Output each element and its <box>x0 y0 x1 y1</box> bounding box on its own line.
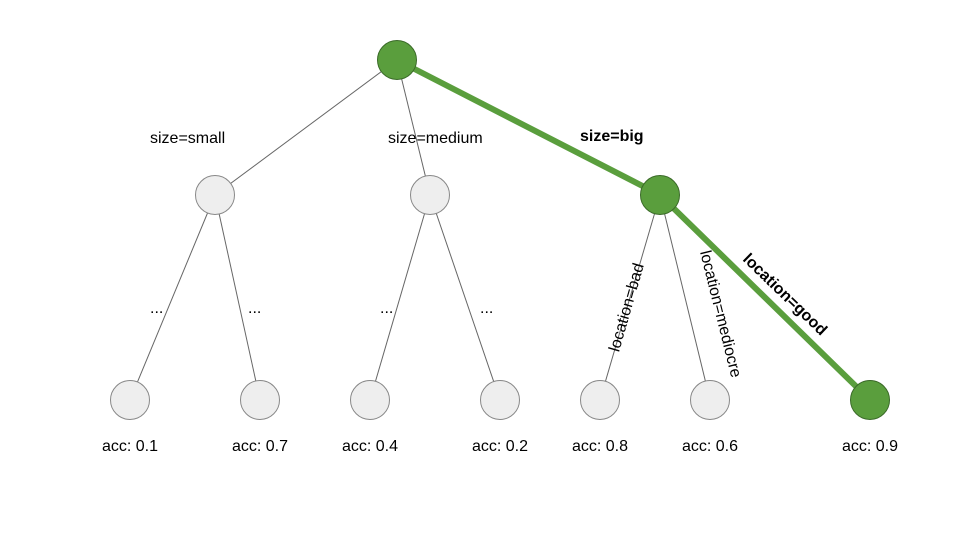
node-size-small <box>195 175 235 215</box>
acc-leaf-1: acc: 0.1 <box>102 438 158 456</box>
leaf-4 <box>480 380 520 420</box>
leaf-7-location-good <box>850 380 890 420</box>
decision-tree-diagram: location=bad location=mediocre location=… <box>0 0 960 540</box>
acc-leaf-5: acc: 0.8 <box>572 438 628 456</box>
edge-small-leaf2 <box>215 195 260 400</box>
leaf-5-location-bad <box>580 380 620 420</box>
edge-medium-leaf2 <box>430 195 500 400</box>
edge-big-good-highlight <box>660 195 870 400</box>
root-node <box>377 40 417 80</box>
acc-leaf-4: acc: 0.2 <box>472 438 528 456</box>
edge-small-leaf1 <box>130 195 215 400</box>
acc-leaf-6: acc: 0.6 <box>682 438 738 456</box>
edge-root-small <box>215 60 397 195</box>
leaf-6-location-mediocre <box>690 380 730 420</box>
leaf-3 <box>350 380 390 420</box>
node-size-big <box>640 175 680 215</box>
leaf-1 <box>110 380 150 420</box>
edge-label-size-medium: size=medium <box>388 130 483 148</box>
edge-label-location-bad: location=bad <box>606 261 647 353</box>
edge-big-mediocre <box>660 195 710 400</box>
edge-medium-leaf1 <box>370 195 430 400</box>
ellipsis-small-left: ... <box>150 300 163 318</box>
acc-leaf-3: acc: 0.4 <box>342 438 398 456</box>
ellipsis-medium-left: ... <box>380 300 393 318</box>
edge-label-size-small: size=small <box>150 130 225 148</box>
leaf-2 <box>240 380 280 420</box>
acc-leaf-2: acc: 0.7 <box>232 438 288 456</box>
ellipsis-small-right: ... <box>248 300 261 318</box>
edge-label-size-big: size=big <box>580 128 644 146</box>
acc-leaf-7: acc: 0.9 <box>842 438 898 456</box>
node-size-medium <box>410 175 450 215</box>
ellipsis-medium-right: ... <box>480 300 493 318</box>
edge-label-location-good: location=good <box>739 251 830 339</box>
edges-layer: location=bad location=mediocre location=… <box>0 0 960 540</box>
